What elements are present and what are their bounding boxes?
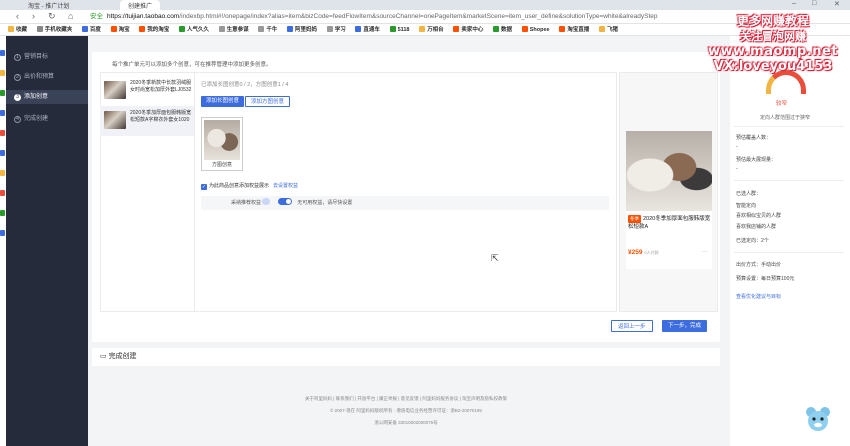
extension-icon[interactable]: [0, 150, 5, 156]
preview-image: [626, 131, 712, 211]
set-benefit-link[interactable]: 去设置权益: [273, 183, 298, 189]
creative-image: [204, 120, 240, 160]
list-item-selected[interactable]: 2020冬季加厚面包服韩版宽松短款A字棉衣外套女1020: [100, 106, 194, 136]
footer-links[interactable]: 关于阿里妈妈 | 联系我们 | 开放平台 | 廉正举报 | 意见反馈 | 阿里妈…: [92, 396, 720, 402]
bookmark[interactable]: 千牛: [258, 24, 277, 35]
benefit-checkbox[interactable]: ✓: [201, 184, 207, 190]
home-icon[interactable]: ⌂: [68, 11, 73, 21]
extension-icon[interactable]: [0, 170, 5, 176]
bookmark[interactable]: 生意参谋: [218, 24, 249, 35]
next-finish-button[interactable]: 下一步，完成: [662, 320, 708, 332]
add-long-creative-button[interactable]: 添加长图创意: [201, 96, 245, 107]
step-sidebar: 1 营销目标 2 出价和预算 3 添加创意 4 完成创建: [6, 36, 88, 446]
mascot-icon[interactable]: [804, 405, 832, 433]
minimize-icon[interactable]: –: [792, 0, 796, 7]
close-icon[interactable]: ✕: [834, 0, 840, 8]
square-creative-tile[interactable]: 方图创意: [201, 117, 243, 171]
extension-icon[interactable]: [0, 70, 5, 76]
back-icon[interactable]: ‹: [16, 11, 19, 21]
benefit-row: ✓ 为此商品创意添加权益展示 去设置权益: [201, 183, 299, 190]
recommend-benefit-toggle[interactable]: [277, 198, 292, 205]
extension-icon[interactable]: [0, 90, 5, 96]
bookmark[interactable]: 百度: [81, 24, 101, 35]
bookmark[interactable]: 卖家中心: [453, 24, 483, 35]
bookmark[interactable]: 阿里妈妈: [287, 24, 317, 35]
document-icon: ▭: [100, 353, 109, 360]
item-thumbnail: [104, 81, 126, 99]
creative-counts: 已添加长图创意0 / 2，方图创意1 / 4: [201, 82, 289, 88]
recommend-benefit-row: 采纳推荐权益 无可用权益，请尽快设置: [201, 196, 609, 210]
back-step-button[interactable]: 返回上一步: [611, 320, 653, 332]
bookmark[interactable]: 人气久久: [178, 24, 209, 35]
browser-tab[interactable]: 淘宝 - 推广计划: [20, 0, 77, 10]
more-icon[interactable]: ···: [702, 249, 708, 255]
preview-card: 冬季 2020冬季加厚面包服韩版宽松短款A ¥259 0人付款 ···: [626, 131, 712, 269]
bookmark[interactable]: 万相台: [419, 24, 444, 35]
bookmark[interactable]: 收藏: [8, 24, 27, 35]
watermark: 更多网赚教程 关注冒泡网赚 www.maomp.net VX:loveyou41…: [708, 14, 838, 74]
bookmark[interactable]: 淘宝: [110, 24, 130, 35]
list-item[interactable]: 2020冬季新款中长款羽绒服女时尚宽松加厚外套LJ0532: [100, 76, 194, 106]
forward-icon[interactable]: ›: [32, 11, 35, 21]
bookmark[interactable]: Shopee: [521, 24, 550, 35]
footer-record: 浙公网安备 33010002000075号: [374, 420, 438, 425]
maximize-icon[interactable]: □: [812, 0, 816, 7]
bookmark[interactable]: 飞猪: [598, 24, 618, 35]
step-bid-budget[interactable]: 2 出价和预算: [6, 70, 88, 84]
extension-icon[interactable]: [0, 210, 5, 216]
step-marketing-goal[interactable]: 1 营销目标: [6, 50, 88, 64]
toggle-off[interactable]: [262, 198, 271, 205]
step-add-creative[interactable]: 3 添加创意: [6, 90, 88, 104]
reload-icon[interactable]: ↻: [48, 11, 56, 22]
bookmark[interactable]: 我的淘宝: [139, 24, 169, 35]
step-complete[interactable]: 4 完成创建: [6, 112, 88, 126]
extension-icon[interactable]: [0, 230, 5, 236]
extension-icon[interactable]: [0, 110, 5, 116]
bookmark[interactable]: 5118: [389, 24, 410, 35]
bookmark[interactable]: 直通车: [355, 24, 380, 35]
mouse-cursor-icon: ⇱: [491, 253, 499, 263]
item-list: 2020冬季新款中长款羽绒服女时尚宽松加厚外套LJ0532 2020冬季加厚面包…: [100, 72, 195, 312]
mobile-preview: 冬季 2020冬季加厚面包服韩版宽松短款A ¥259 0人付款 ···: [619, 72, 718, 312]
extension-icon[interactable]: [0, 50, 5, 56]
complete-section: ▭ 完成创建: [92, 348, 720, 366]
creative-tip: 每个推广单元可以添加多个创意，可在推荐管理中添加更多创意。: [112, 62, 272, 68]
preview-tag: 冬季: [628, 215, 641, 223]
item-thumbnail: [104, 111, 126, 129]
creative-content: 已添加长图创意0 / 2，方图创意1 / 4 添加长图创意 添加方图创意 方图创…: [199, 72, 617, 312]
bookmark[interactable]: 手机收藏夹: [36, 24, 72, 35]
optimization-link[interactable]: 查看优化建议与目标: [736, 293, 781, 300]
footer-copyright: © 2007-现在 阿里妈妈版权所有 · 增值电信业务经营许可证：浙B2-200…: [330, 408, 482, 413]
secure-badge: 安全: [90, 13, 103, 20]
bookmark[interactable]: 数据: [493, 24, 512, 35]
bookmark[interactable]: 学习: [326, 24, 346, 35]
preview-price: ¥259: [628, 249, 643, 256]
extension-icon[interactable]: [0, 130, 5, 136]
browser-tab-active[interactable]: 创建推广: [120, 0, 161, 10]
add-square-creative-button[interactable]: 添加方图创意: [245, 96, 291, 107]
extension-icon[interactable]: [0, 190, 5, 196]
browser-tab-bar: 淘宝 - 推广计划 创建推广 – □ ✕: [0, 0, 850, 10]
bookmark[interactable]: 淘宝直播: [559, 24, 589, 35]
